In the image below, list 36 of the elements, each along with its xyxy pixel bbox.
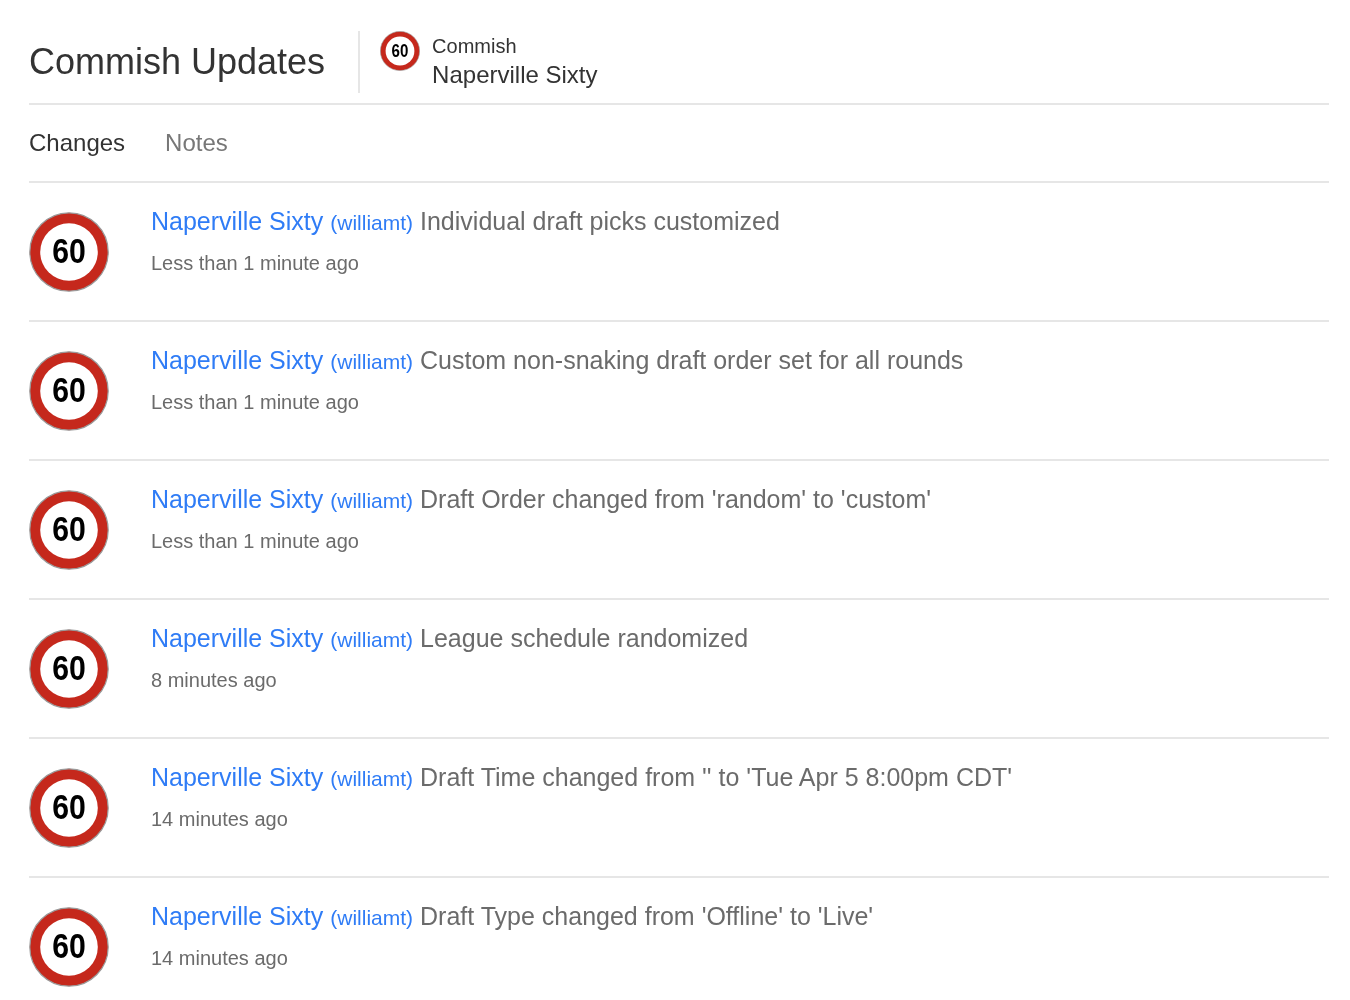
speed-limit-sign-logo: 60 (380, 31, 421, 71)
team-link[interactable]: Naperville Sixty (151, 485, 324, 513)
league-label: Commish (432, 34, 517, 59)
league-name: Naperville Sixty (432, 60, 598, 90)
update-time: Less than 1 minute ago (151, 251, 359, 276)
username-text: (williamt) (330, 767, 414, 790)
team-link[interactable]: Naperville Sixty (151, 624, 324, 652)
speed-limit-sign-logo: 60 (29, 907, 109, 987)
team-link[interactable]: Naperville Sixty (151, 763, 324, 791)
username-text: (williamt) (330, 489, 414, 512)
update-time: 14 minutes ago (151, 946, 288, 971)
update-description: Custom non-snaking draft order set for all rounds (420, 346, 964, 374)
update-time: 8 minutes ago (151, 668, 277, 693)
speed-limit-sign-logo: 60 (29, 768, 109, 848)
speed-limit-sign-logo: 60 (29, 490, 109, 570)
update-description: Draft Time changed from '' to 'Tue Apr 5 8:00pm CDT' (420, 763, 1013, 791)
update-description: Individual draft picks customized (420, 207, 780, 235)
speed-limit-sign-logo: 60 (29, 212, 109, 292)
update-time: Less than 1 minute ago (151, 390, 359, 415)
team-link[interactable]: Naperville Sixty (151, 346, 324, 374)
tab[interactable]: Notes (165, 105, 228, 181)
username-text: (williamt) (330, 350, 414, 373)
team-link[interactable]: Naperville Sixty (151, 902, 324, 930)
update-description: Draft Type changed from 'Offline' to 'Live' (420, 902, 874, 930)
update-time: Less than 1 minute ago (151, 529, 359, 554)
username-text: (williamt) (330, 211, 414, 234)
update-time: 14 minutes ago (151, 807, 288, 832)
page-title: Commish Updates (29, 40, 326, 84)
speed-limit-sign-logo: 60 (29, 351, 109, 431)
update-description: League schedule randomized (420, 624, 749, 652)
username-text: (williamt) (330, 906, 414, 929)
update-description: Draft Order changed from 'random' to 'custom' (420, 485, 931, 513)
speed-limit-sign-logo: 60 (29, 629, 109, 709)
username-text: (williamt) (330, 628, 414, 651)
tab[interactable]: Changes (29, 105, 126, 181)
team-link[interactable]: Naperville Sixty (151, 207, 324, 235)
